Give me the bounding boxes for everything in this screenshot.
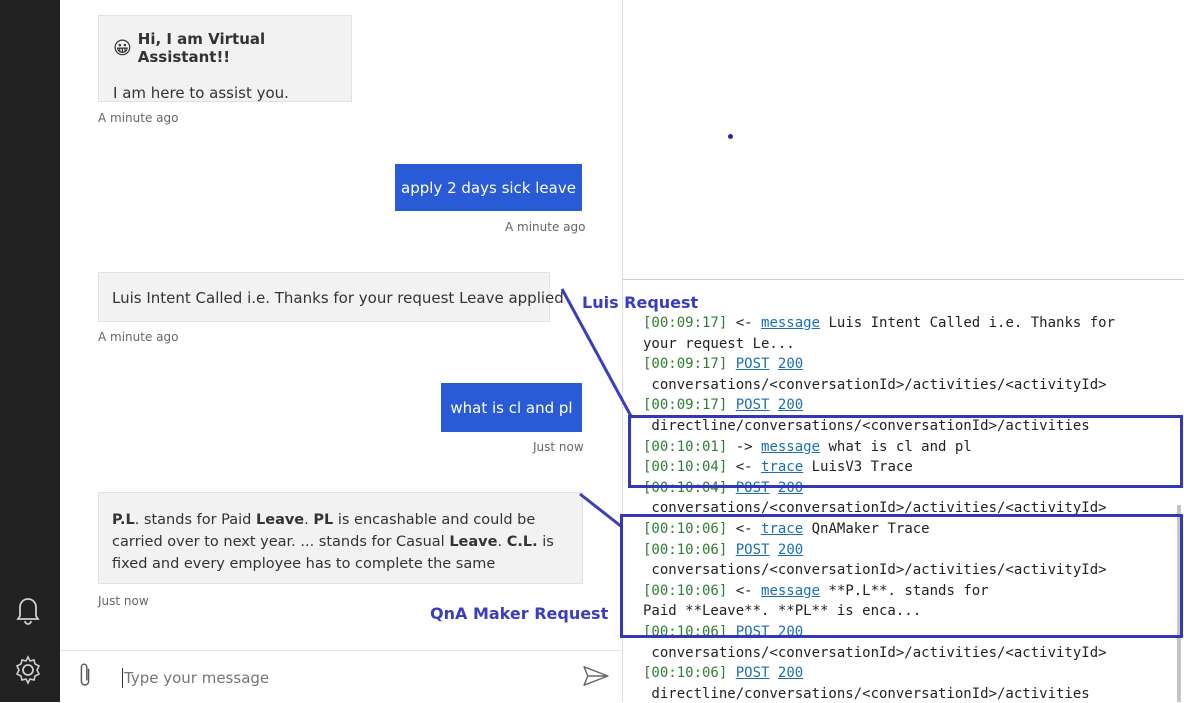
log-timestamp: [00:10:06] <box>643 665 728 682</box>
smile-emoji-icon: 😀 <box>113 37 132 59</box>
message-text: . <box>304 512 314 528</box>
timestamp: Just now <box>533 440 584 454</box>
log-link[interactable]: POST <box>736 397 770 413</box>
log-text: conversations/<conversationId>/activitie… <box>643 644 1107 661</box>
log-text: Luis Intent Called i.e. Thanks for <box>820 315 1116 331</box>
log-line: [00:10:06] POST 200 <box>643 663 803 683</box>
bell-icon[interactable] <box>11 592 45 626</box>
luis-request-annotation: Luis Request <box>582 293 699 312</box>
timestamp: A minute ago <box>505 220 586 234</box>
bot-message: Luis Intent Called i.e. Thanks for your … <box>98 272 564 322</box>
welcome-title: Hi, I am Virtual Assistant!! <box>137 30 266 66</box>
log-status-link[interactable]: 200 <box>778 397 803 413</box>
log-line: conversations/<conversationId>/activitie… <box>643 643 1107 663</box>
bold-text: C.L. <box>506 534 538 550</box>
log-timestamp: [00:09:17] <box>643 397 728 414</box>
log-status-link[interactable]: 200 <box>778 665 803 681</box>
dot <box>728 134 733 139</box>
user-message: apply 2 days sick leave <box>395 164 582 211</box>
inspector-pane <box>623 0 1184 280</box>
bold-text: P.L <box>112 512 135 528</box>
log-timestamp: [00:09:17] <box>643 356 728 373</box>
timestamp: A minute ago <box>98 330 179 344</box>
log-line: [00:09:17] <- message Luis Intent Called… <box>643 313 1115 333</box>
log-line: [00:09:17] POST 200 <box>643 395 803 415</box>
welcome-body: I am here to assist you. <box>113 84 289 102</box>
message-text: . <box>497 534 507 550</box>
paperclip-icon[interactable] <box>76 661 94 689</box>
timestamp: Just now <box>98 594 149 608</box>
message-text: . stands for Paid <box>134 512 256 528</box>
qna-maker-request-annotation: QnA Maker Request <box>430 604 609 623</box>
log-link[interactable]: message <box>761 315 820 331</box>
chat-panel: 😀 Hi, I am Virtual Assistant!! I am here… <box>60 0 622 703</box>
luis-highlight-box <box>628 415 1183 488</box>
log-link[interactable]: POST <box>736 665 770 681</box>
log-panel: [00:09:17] <- message Luis Intent Called… <box>623 280 1184 702</box>
log-line: [00:09:17] POST 200 <box>643 354 803 374</box>
welcome-card: 😀 Hi, I am Virtual Assistant!! I am here… <box>98 15 352 102</box>
gear-icon[interactable] <box>11 653 45 687</box>
bold-text: Leave <box>256 512 305 528</box>
log-direction: <- <box>727 315 762 331</box>
log-text: conversations/<conversationId>/activitie… <box>643 376 1107 393</box>
log-direction <box>727 397 735 413</box>
send-icon[interactable] <box>582 665 610 687</box>
log-line: directline/conversations/<conversationId… <box>643 684 1090 702</box>
log-text: your request Le... <box>643 335 795 352</box>
log-direction <box>727 356 735 372</box>
qna-highlight-box <box>620 514 1183 638</box>
log-direction <box>727 665 735 681</box>
bot-message: P.L. stands for Paid Leave. PL is encash… <box>98 492 583 584</box>
bold-text: PL <box>313 512 334 528</box>
timestamp: A minute ago <box>98 111 179 125</box>
message-input-bar <box>60 650 622 703</box>
user-message: what is cl and pl <box>441 383 582 432</box>
log-line: your request Le... <box>643 334 795 354</box>
app-sidebar <box>0 0 60 702</box>
log-text: directline/conversations/<conversationId… <box>643 685 1090 702</box>
log-link[interactable]: POST <box>736 356 770 372</box>
log-status-link[interactable]: 200 <box>778 356 803 372</box>
log-timestamp: [00:09:17] <box>643 315 728 331</box>
log-line: conversations/<conversationId>/activitie… <box>643 375 1107 395</box>
bold-text: Leave <box>449 534 498 550</box>
message-input[interactable] <box>122 664 546 692</box>
